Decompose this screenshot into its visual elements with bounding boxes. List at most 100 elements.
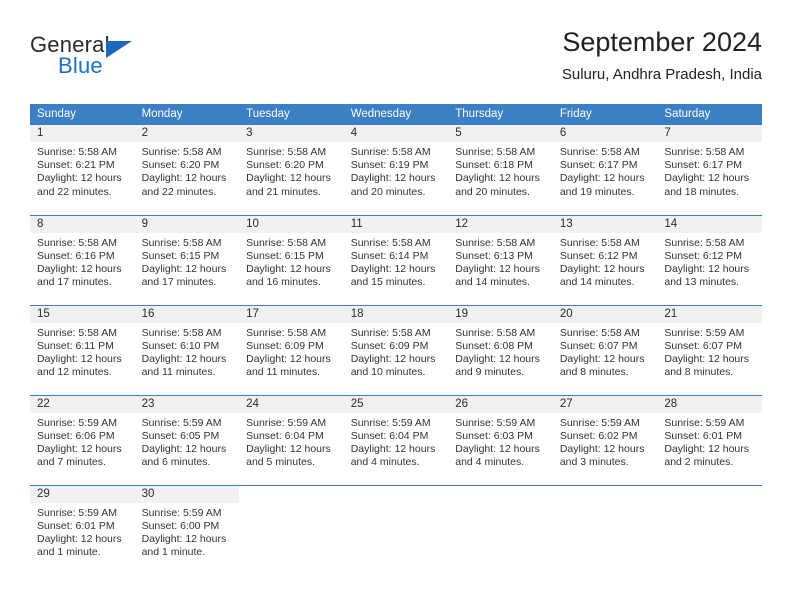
day-number: 5	[448, 125, 553, 142]
daylight-text-line2: and 8 minutes.	[664, 366, 734, 379]
daylight-text-line1: Daylight: 12 hours	[246, 442, 331, 455]
daylight-text-line1: Daylight: 12 hours	[664, 352, 750, 365]
day-cell[interactable]: 27 Sunrise: 5:59 AM Sunset: 6:02 PM Dayl…	[552, 394, 658, 485]
daylight-text-line1: Daylight: 12 hours	[559, 352, 645, 365]
day-cell[interactable]: 18 Sunrise: 5:58 AM Sunset: 6:09 PM Dayl…	[343, 304, 449, 395]
day-cell[interactable]: 20 Sunrise: 5:58 AM Sunset: 6:07 PM Dayl…	[552, 304, 658, 395]
day-cell[interactable]: 3 Sunrise: 5:58 AM Sunset: 6:20 PM Dayli…	[239, 125, 344, 215]
sunrise-text: Sunrise: 5:58 AM	[350, 326, 431, 339]
day-number: 11	[343, 215, 449, 233]
daylight-text-line1: Daylight: 12 hours	[350, 442, 436, 455]
daylight-text-line1: Daylight: 12 hours	[559, 262, 645, 275]
sunrise-text: Sunrise: 5:59 AM	[246, 416, 327, 429]
day-number: 12	[448, 215, 553, 233]
calendar-grid: Sunday Monday Tuesday Wednesday Thursday…	[30, 104, 762, 575]
day-cell[interactable]: 26 Sunrise: 5:59 AM Sunset: 6:03 PM Dayl…	[448, 394, 553, 485]
day-cell[interactable]: 13 Sunrise: 5:58 AM Sunset: 6:12 PM Dayl…	[552, 214, 658, 305]
day-details: Sunrise: 5:59 AM Sunset: 6:00 PM Dayligh…	[135, 503, 240, 560]
daylight-text-line2: and 11 minutes.	[246, 366, 321, 379]
sunrise-text: Sunrise: 5:58 AM	[455, 146, 536, 158]
weekday-header-saturday: Saturday	[657, 104, 762, 125]
daylight-text-line1: Daylight: 12 hours	[559, 442, 645, 455]
daylight-text-line1: Daylight: 12 hours	[37, 172, 122, 185]
day-cell[interactable]: 15 Sunrise: 5:58 AM Sunset: 6:11 PM Dayl…	[30, 304, 135, 395]
weekday-header-wednesday: Wednesday	[343, 104, 449, 125]
day-details: Sunrise: 5:58 AM Sunset: 6:20 PM Dayligh…	[239, 142, 344, 199]
daylight-text-line1: Daylight: 12 hours	[141, 172, 227, 185]
day-cell[interactable]: 14 Sunrise: 5:58 AM Sunset: 6:12 PM Dayl…	[657, 214, 762, 305]
daylight-text-line1: Daylight: 12 hours	[664, 442, 750, 455]
day-cell[interactable]: 12 Sunrise: 5:58 AM Sunset: 6:13 PM Dayl…	[448, 214, 553, 305]
daylight-text-line2: and 17 minutes.	[37, 276, 112, 289]
daylight-text-line1: Daylight: 12 hours	[350, 352, 436, 365]
day-cell[interactable]: 1 Sunrise: 5:58 AM Sunset: 6:21 PM Dayli…	[30, 125, 135, 215]
daylight-text-line2: and 4 minutes.	[455, 456, 525, 469]
day-details: Sunrise: 5:58 AM Sunset: 6:12 PM Dayligh…	[657, 233, 762, 290]
sunrise-text: Sunrise: 5:58 AM	[37, 326, 117, 339]
sunrise-text: Sunrise: 5:58 AM	[559, 326, 640, 339]
page-subtitle: Suluru, Andhra Pradesh, India	[561, 66, 762, 83]
day-details: Sunrise: 5:59 AM Sunset: 6:07 PM Dayligh…	[657, 323, 762, 380]
day-cell[interactable]: 23 Sunrise: 5:59 AM Sunset: 6:05 PM Dayl…	[134, 394, 240, 485]
day-number: 17	[239, 305, 344, 323]
day-cell[interactable]: 28 Sunrise: 5:59 AM Sunset: 6:01 PM Dayl…	[657, 394, 762, 485]
daylight-text-line2: and 18 minutes.	[664, 185, 740, 198]
day-cell[interactable]: 8 Sunrise: 5:58 AM Sunset: 6:16 PM Dayli…	[30, 214, 135, 305]
weekday-header-friday: Friday	[552, 104, 658, 125]
sunset-text: Sunset: 6:01 PM	[37, 519, 115, 532]
day-cell[interactable]: 25 Sunrise: 5:59 AM Sunset: 6:04 PM Dayl…	[343, 394, 449, 485]
sunset-text: Sunset: 6:11 PM	[37, 339, 114, 352]
daylight-text-line1: Daylight: 12 hours	[37, 262, 122, 275]
day-cell[interactable]: 22 Sunrise: 5:59 AM Sunset: 6:06 PM Dayl…	[30, 394, 135, 485]
day-details: Sunrise: 5:58 AM Sunset: 6:17 PM Dayligh…	[657, 142, 762, 199]
calendar-body: 1 Sunrise: 5:58 AM Sunset: 6:21 PM Dayli…	[30, 125, 762, 575]
daylight-text-line2: and 1 minute.	[37, 546, 101, 559]
day-cell[interactable]: 9 Sunrise: 5:58 AM Sunset: 6:15 PM Dayli…	[134, 214, 240, 305]
sunrise-text: Sunrise: 5:58 AM	[664, 236, 745, 249]
day-details: Sunrise: 5:59 AM Sunset: 6:04 PM Dayligh…	[239, 413, 344, 470]
day-cell[interactable]: 5 Sunrise: 5:58 AM Sunset: 6:18 PM Dayli…	[448, 125, 553, 215]
sunrise-text: Sunrise: 5:59 AM	[141, 416, 222, 429]
day-details: Sunrise: 5:58 AM Sunset: 6:11 PM Dayligh…	[30, 323, 135, 380]
day-details: Sunrise: 5:59 AM Sunset: 6:02 PM Dayligh…	[553, 413, 658, 470]
sunset-text: Sunset: 6:12 PM	[664, 249, 743, 262]
sunrise-text: Sunrise: 5:58 AM	[350, 236, 431, 249]
day-details: Sunrise: 5:59 AM Sunset: 6:03 PM Dayligh…	[448, 413, 553, 470]
day-cell[interactable]: 24 Sunrise: 5:59 AM Sunset: 6:04 PM Dayl…	[239, 394, 344, 485]
daylight-text-line2: and 9 minutes.	[455, 366, 525, 379]
daylight-text-line1: Daylight: 12 hours	[246, 172, 331, 185]
daylight-text-line1: Daylight: 12 hours	[141, 442, 227, 455]
day-details: Sunrise: 5:58 AM Sunset: 6:14 PM Dayligh…	[344, 233, 449, 290]
sunrise-text: Sunrise: 5:58 AM	[141, 236, 222, 249]
day-cell[interactable]: 6 Sunrise: 5:58 AM Sunset: 6:17 PM Dayli…	[552, 125, 658, 215]
daylight-text-line1: Daylight: 12 hours	[141, 352, 227, 365]
day-cell[interactable]: 7 Sunrise: 5:58 AM Sunset: 6:17 PM Dayli…	[657, 125, 762, 215]
day-cell[interactable]: 4 Sunrise: 5:58 AM Sunset: 6:19 PM Dayli…	[343, 125, 449, 215]
day-details: Sunrise: 5:59 AM Sunset: 6:05 PM Dayligh…	[135, 413, 240, 470]
day-details: Sunrise: 5:58 AM Sunset: 6:10 PM Dayligh…	[135, 323, 240, 380]
day-cell[interactable]: 17 Sunrise: 5:58 AM Sunset: 6:09 PM Dayl…	[239, 304, 344, 395]
daylight-text-line2: and 12 minutes.	[37, 366, 112, 379]
day-cell[interactable]: 10 Sunrise: 5:58 AM Sunset: 6:15 PM Dayl…	[239, 214, 344, 305]
day-cell[interactable]: 16 Sunrise: 5:58 AM Sunset: 6:10 PM Dayl…	[134, 304, 240, 395]
day-cell[interactable]: 21 Sunrise: 5:59 AM Sunset: 6:07 PM Dayl…	[657, 304, 762, 395]
daylight-text-line1: Daylight: 12 hours	[246, 352, 331, 365]
sunset-text: Sunset: 6:04 PM	[246, 429, 324, 442]
daylight-text-line2: and 2 minutes.	[664, 456, 734, 469]
day-number: 13	[552, 215, 658, 233]
day-cell[interactable]: 11 Sunrise: 5:58 AM Sunset: 6:14 PM Dayl…	[343, 214, 449, 305]
sunrise-text: Sunrise: 5:59 AM	[37, 416, 117, 429]
day-cell[interactable]: 30 Sunrise: 5:59 AM Sunset: 6:00 PM Dayl…	[134, 484, 240, 575]
day-number: 15	[30, 305, 135, 323]
day-cell[interactable]: 29 Sunrise: 5:59 AM Sunset: 6:01 PM Dayl…	[30, 484, 135, 575]
day-cell[interactable]: 2 Sunrise: 5:58 AM Sunset: 6:20 PM Dayli…	[134, 125, 240, 215]
sunrise-text: Sunrise: 5:58 AM	[664, 146, 745, 158]
sunrise-text: Sunrise: 5:58 AM	[350, 146, 431, 158]
daylight-text-line1: Daylight: 12 hours	[141, 532, 227, 545]
sunrise-text: Sunrise: 5:58 AM	[37, 236, 117, 249]
sunset-text: Sunset: 6:08 PM	[455, 339, 533, 352]
day-number	[239, 486, 344, 503]
sunset-text: Sunset: 6:16 PM	[37, 249, 115, 262]
day-cell[interactable]: 19 Sunrise: 5:58 AM Sunset: 6:08 PM Dayl…	[448, 304, 553, 395]
daylight-text-line2: and 22 minutes.	[141, 185, 217, 198]
